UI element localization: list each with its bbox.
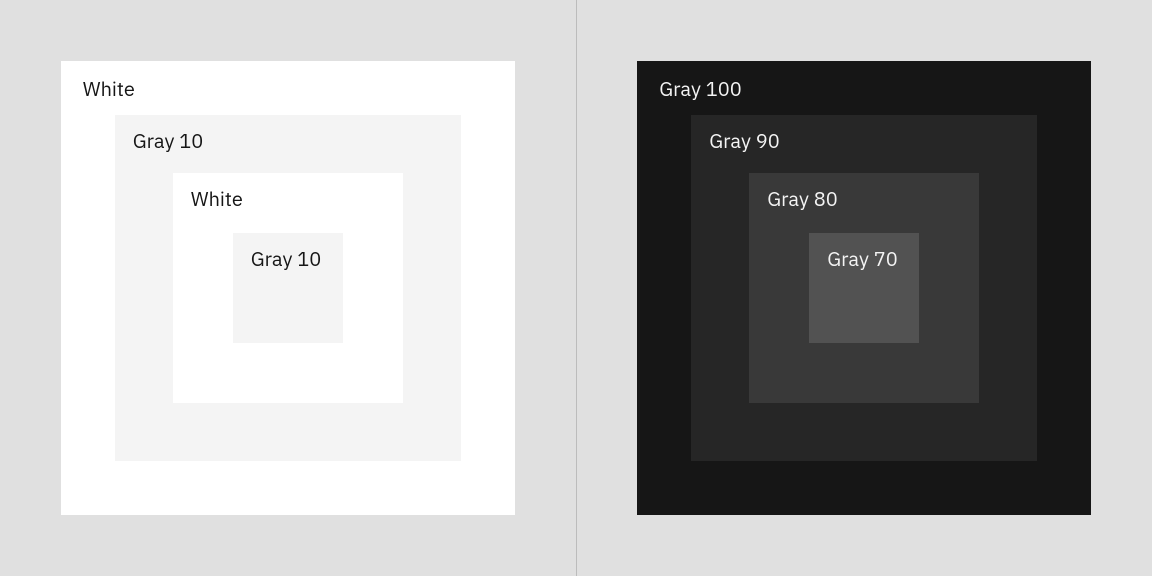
dark-layer-stack: Gray 100 Gray 90 Gray 80 Gray 70 bbox=[637, 61, 1091, 515]
dark-layer-label-0: Gray 100 bbox=[659, 75, 741, 102]
dark-layer-gray70: Gray 70 bbox=[809, 233, 919, 343]
light-layer-label-0: White bbox=[83, 75, 135, 102]
light-layer-stack: White Gray 10 White Gray 10 bbox=[61, 61, 515, 515]
light-layer-gray10-inner: Gray 10 bbox=[233, 233, 343, 343]
dark-layer-label-1: Gray 90 bbox=[709, 127, 779, 154]
light-layer-label-3: Gray 10 bbox=[251, 245, 321, 272]
light-layer-label-2: White bbox=[191, 185, 243, 212]
dark-layer-label-2: Gray 80 bbox=[767, 185, 837, 212]
dark-theme-panel: Gray 100 Gray 90 Gray 80 Gray 70 bbox=[577, 0, 1152, 576]
light-theme-panel: White Gray 10 White Gray 10 bbox=[0, 0, 576, 576]
light-layer-label-1: Gray 10 bbox=[133, 127, 203, 154]
dark-layer-label-3: Gray 70 bbox=[827, 245, 897, 272]
